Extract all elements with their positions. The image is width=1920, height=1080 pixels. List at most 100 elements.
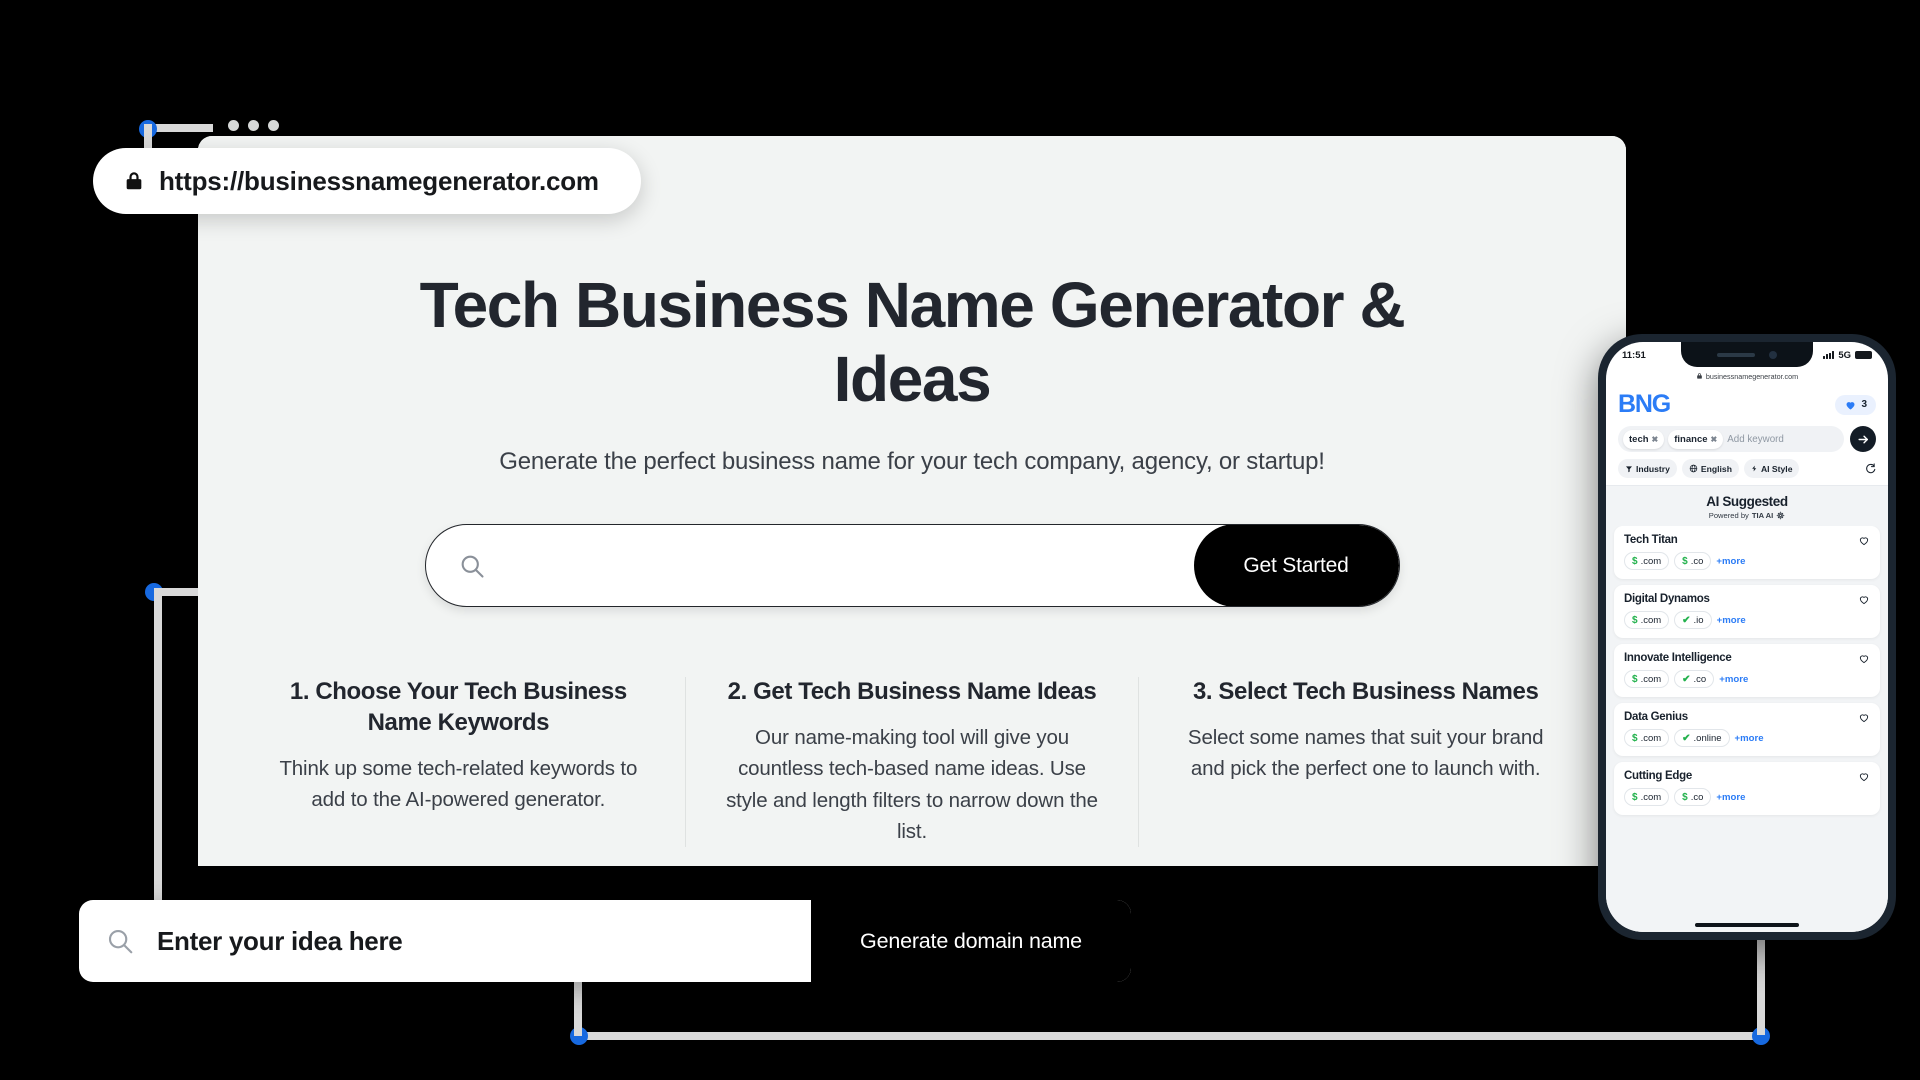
arrow-right-icon bbox=[1857, 435, 1868, 443]
domain-chip[interactable]: ✔ .io bbox=[1674, 611, 1712, 629]
connector-line-bottom bbox=[578, 1032, 1760, 1040]
filter-industry[interactable]: Industry bbox=[1618, 459, 1677, 478]
available-icon: ✔ bbox=[1682, 673, 1691, 685]
more-link[interactable]: +more bbox=[1735, 733, 1764, 744]
more-link[interactable]: +more bbox=[1716, 792, 1745, 803]
domain-chips: $ .com ✔ .io +more bbox=[1624, 611, 1870, 629]
bottom-search-bar[interactable]: Enter your idea here Generate domain nam… bbox=[79, 900, 1131, 982]
hero-search-input[interactable] bbox=[485, 525, 1194, 607]
list-item[interactable]: Digital Dynamos $ .com ✔ .io +more bbox=[1614, 585, 1880, 638]
app-header: BNG 3 tech ✖ finance ✖ Add keyword Indus… bbox=[1606, 384, 1888, 485]
heart-outline-icon[interactable] bbox=[1858, 594, 1870, 605]
status-time: 11:51 bbox=[1622, 349, 1646, 361]
close-icon[interactable]: ✖ bbox=[1652, 435, 1659, 444]
bottom-search-value[interactable]: Enter your idea here bbox=[135, 926, 811, 957]
filter-icon bbox=[1626, 465, 1632, 472]
price-icon: $ bbox=[1682, 791, 1688, 803]
hero-section: Tech Business Name Generator & Ideas Gen… bbox=[198, 172, 1626, 847]
domain-tld: .co bbox=[1690, 791, 1704, 803]
list-item-top: Data Genius bbox=[1624, 711, 1870, 723]
domain-chip[interactable]: ✔ .co bbox=[1674, 670, 1715, 688]
heart-outline-icon[interactable] bbox=[1858, 653, 1870, 664]
lock-icon bbox=[1697, 373, 1702, 379]
domain-chip[interactable]: $ .com bbox=[1624, 552, 1670, 570]
domain-chip[interactable]: $ .co bbox=[1674, 552, 1712, 570]
phone-url-bar[interactable]: businessnamegenerator.com bbox=[1606, 368, 1888, 384]
filter-language[interactable]: English bbox=[1681, 459, 1739, 478]
domain-chips: $ .com $ .co +more bbox=[1624, 788, 1870, 806]
list-item[interactable]: Cutting Edge $ .com $ .co +more bbox=[1614, 762, 1880, 815]
list-item-top: Innovate Intelligence bbox=[1624, 652, 1870, 664]
phone-speaker bbox=[1717, 352, 1755, 357]
domain-chip[interactable]: $ .com bbox=[1624, 729, 1670, 747]
available-icon: ✔ bbox=[1682, 614, 1691, 626]
domain-chips: $ .com ✔ .online +more bbox=[1624, 729, 1870, 747]
submit-keywords-button[interactable] bbox=[1850, 426, 1876, 452]
keyword-chip-tech[interactable]: tech ✖ bbox=[1623, 429, 1665, 449]
list-item-top: Tech Titan bbox=[1624, 534, 1870, 546]
domain-chip[interactable]: $ .com bbox=[1624, 670, 1670, 688]
phone-mockup: 11:51 5G businessnamegenerator.com BNG 3… bbox=[1598, 334, 1896, 940]
name-results-list: Tech Titan $ .com $ .co +more Digital Dy… bbox=[1606, 526, 1888, 932]
step-body: Select some names that suit your brand a… bbox=[1187, 726, 1544, 781]
more-link[interactable]: +more bbox=[1717, 615, 1746, 626]
domain-tld: .com bbox=[1640, 732, 1662, 744]
more-link[interactable]: +more bbox=[1716, 556, 1745, 567]
domain-tld: .com bbox=[1640, 614, 1662, 626]
close-icon[interactable]: ✖ bbox=[1711, 435, 1718, 444]
heart-outline-icon[interactable] bbox=[1858, 535, 1870, 546]
url-bar[interactable]: https://businessnamegenerator.com bbox=[93, 148, 641, 214]
domain-tld: .com bbox=[1640, 555, 1662, 567]
connector-line-bottom-left-vertical bbox=[574, 978, 582, 1036]
filter-label: Industry bbox=[1636, 463, 1670, 474]
filter-ai-style[interactable]: AI Style bbox=[1743, 459, 1800, 478]
keyword-input-box[interactable]: tech ✖ finance ✖ Add keyword bbox=[1618, 426, 1844, 452]
home-indicator bbox=[1695, 923, 1799, 927]
ai-suggested-subtitle: Powered by TIA AI bbox=[1606, 511, 1888, 520]
window-dot-1 bbox=[228, 120, 239, 131]
keyword-chip-finance[interactable]: finance ✖ bbox=[1668, 429, 1724, 449]
list-item[interactable]: Innovate Intelligence $ .com ✔ .co +more bbox=[1614, 644, 1880, 697]
signal-bars-icon bbox=[1823, 351, 1835, 359]
list-item[interactable]: Data Genius $ .com ✔ .online +more bbox=[1614, 703, 1880, 756]
name-label: Tech Titan bbox=[1624, 534, 1678, 546]
step-heading: 2. Get Tech Business Name Ideas bbox=[727, 678, 1097, 706]
filter-label: English bbox=[1700, 463, 1732, 474]
step-body: Think up some tech-related keywords to a… bbox=[279, 756, 638, 812]
domain-tld: .co bbox=[1690, 555, 1704, 567]
status-right-group: 5G bbox=[1823, 350, 1872, 361]
screenshot-root: Tech Business Name Generator & Ideas Gen… bbox=[0, 0, 1920, 1080]
bolt-icon bbox=[1752, 465, 1757, 472]
window-dots bbox=[228, 120, 279, 131]
refresh-icon bbox=[1866, 463, 1876, 474]
domain-chip[interactable]: ✔ .online bbox=[1674, 729, 1730, 747]
step-item-3: 3. Select Tech Business Names Select som… bbox=[1138, 677, 1592, 847]
status-network: 5G bbox=[1838, 349, 1851, 361]
domain-chip[interactable]: $ .com bbox=[1624, 611, 1670, 629]
favorites-badge[interactable]: 3 bbox=[1835, 394, 1876, 415]
step-heading: 1. Choose Your Tech Business Name Keywor… bbox=[289, 678, 627, 737]
keyword-placeholder[interactable]: Add keyword bbox=[1727, 434, 1784, 445]
generate-domain-name-button[interactable]: Generate domain name bbox=[811, 900, 1131, 982]
list-item-top: Digital Dynamos bbox=[1624, 593, 1870, 605]
get-started-button[interactable]: Get Started bbox=[1193, 525, 1399, 607]
lock-icon bbox=[123, 169, 145, 193]
name-label: Digital Dynamos bbox=[1624, 593, 1710, 605]
favorites-count: 3 bbox=[1861, 399, 1867, 410]
domain-tld: .co bbox=[1693, 673, 1707, 685]
refresh-button[interactable] bbox=[1865, 463, 1876, 474]
hero-subtitle: Generate the perfect business name for y… bbox=[499, 448, 1325, 476]
hero-search-bar[interactable]: Get Started bbox=[424, 524, 1400, 608]
name-label: Cutting Edge bbox=[1624, 770, 1692, 782]
list-item[interactable]: Tech Titan $ .com $ .co +more bbox=[1614, 526, 1880, 579]
heart-outline-icon[interactable] bbox=[1858, 771, 1870, 782]
keyword-chip-label: tech bbox=[1629, 433, 1649, 445]
app-logo[interactable]: BNG bbox=[1618, 390, 1671, 419]
filter-label: AI Style bbox=[1760, 463, 1793, 474]
filter-row: Industry English AI Style bbox=[1618, 459, 1876, 478]
list-item-top: Cutting Edge bbox=[1624, 770, 1870, 782]
more-link[interactable]: +more bbox=[1719, 674, 1748, 685]
domain-chip[interactable]: $ .com bbox=[1624, 788, 1670, 806]
heart-outline-icon[interactable] bbox=[1858, 712, 1870, 723]
domain-chip[interactable]: $ .co bbox=[1674, 788, 1712, 806]
